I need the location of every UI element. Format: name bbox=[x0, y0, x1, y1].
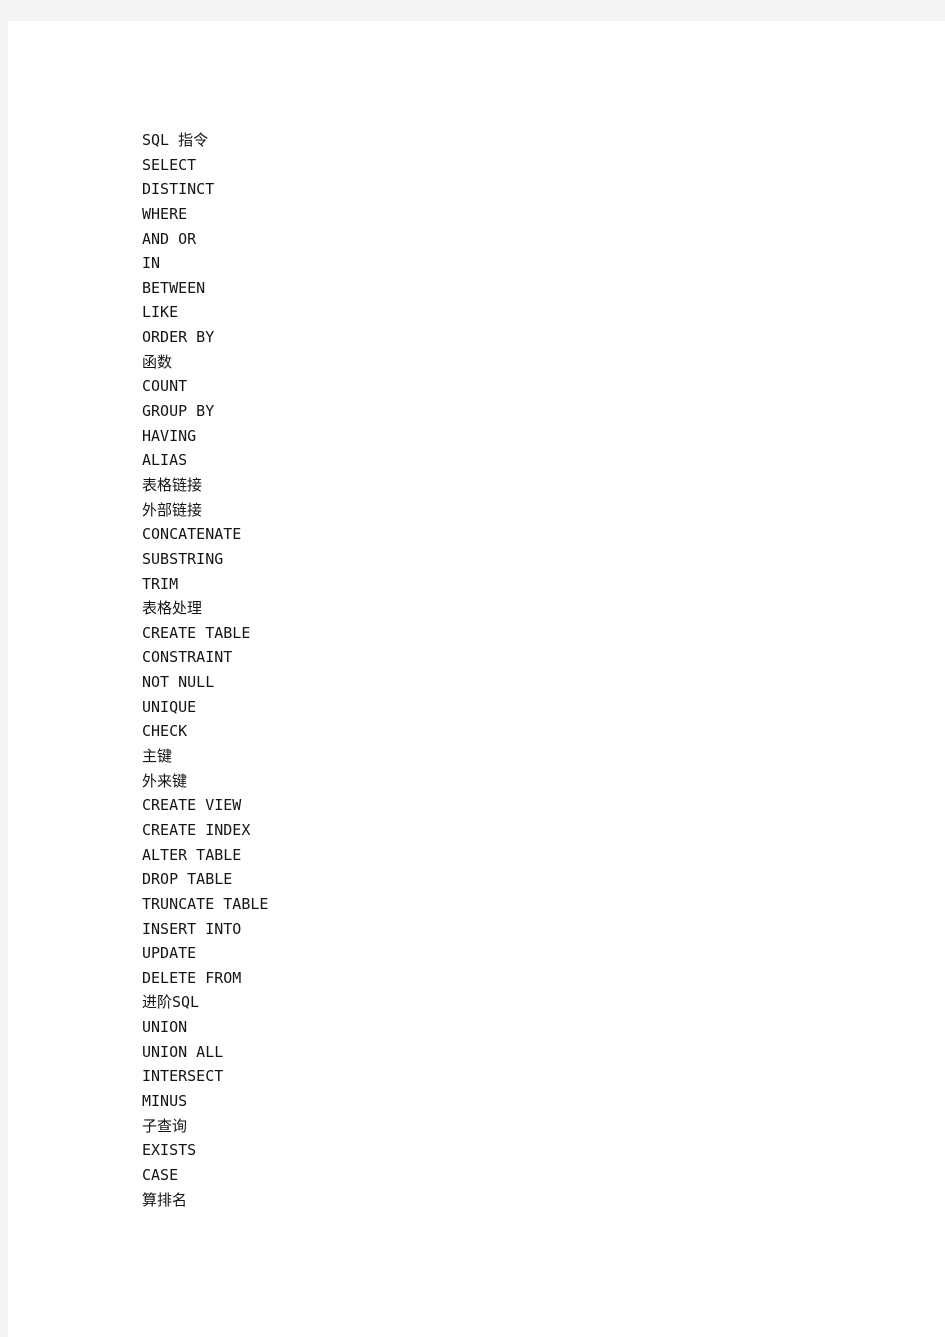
list-item-label: INTERSECT bbox=[142, 1067, 224, 1086]
list-item-label: WHERE bbox=[142, 204, 188, 223]
list-item-label: ALTER TABLE bbox=[142, 845, 242, 864]
list-item[interactable]: DELETE FROM bbox=[142, 966, 842, 991]
list-item[interactable]: ALIAS bbox=[142, 448, 842, 473]
list-item[interactable]: 表格处理 bbox=[142, 596, 842, 621]
list-item[interactable]: 子查询 bbox=[142, 1114, 842, 1139]
list-item[interactable]: MINUS bbox=[142, 1089, 842, 1114]
list-item[interactable]: UNIQUE bbox=[142, 695, 842, 720]
list-item-label: BETWEEN bbox=[142, 278, 206, 297]
list-item[interactable]: ALTER TABLE bbox=[142, 843, 842, 868]
list-item[interactable]: INSERT INTO bbox=[142, 917, 842, 942]
list-item-label: LIKE bbox=[142, 303, 179, 322]
list-item[interactable]: CHECK bbox=[142, 719, 842, 744]
list-item[interactable]: SELECT bbox=[142, 153, 842, 178]
list-item[interactable]: 外部链接 bbox=[142, 498, 842, 523]
list-item-label: AND OR bbox=[142, 229, 197, 248]
list-item-label: UNIQUE bbox=[142, 697, 197, 716]
list-item-label: MINUS bbox=[142, 1091, 188, 1110]
list-item[interactable]: AND OR bbox=[142, 227, 842, 252]
list-item[interactable]: DROP TABLE bbox=[142, 867, 842, 892]
list-item-label: COUNT bbox=[142, 377, 188, 396]
list-item[interactable]: TRUNCATE TABLE bbox=[142, 892, 842, 917]
list-item-label: SELECT bbox=[142, 155, 197, 174]
list-item[interactable]: IN bbox=[142, 251, 842, 276]
list-item[interactable]: CREATE INDEX bbox=[142, 818, 842, 843]
list-item[interactable]: HAVING bbox=[142, 424, 842, 449]
document-page: SQL 指令 SELECT DISTINCT WHERE AND OR IN BETWEEN… bbox=[8, 21, 945, 1337]
list-item[interactable]: 外来键 bbox=[142, 769, 842, 794]
list-item[interactable]: UNION ALL bbox=[142, 1040, 842, 1065]
list-item-label: CONSTRAINT bbox=[142, 648, 233, 667]
list-item-label: HAVING bbox=[142, 426, 197, 445]
list-item[interactable]: 进阶SQL bbox=[142, 990, 842, 1015]
sql-topic-list: SQL 指令 SELECT DISTINCT WHERE AND OR IN BETWEEN… bbox=[142, 128, 842, 1212]
list-item[interactable]: SUBSTRING bbox=[142, 547, 842, 572]
list-item[interactable]: 主键 bbox=[142, 744, 842, 769]
list-item[interactable]: UPDATE bbox=[142, 941, 842, 966]
list-item[interactable]: COUNT bbox=[142, 374, 842, 399]
list-item-label: CONCATENATE bbox=[142, 525, 242, 544]
list-item-label: 表格链接 bbox=[142, 475, 203, 494]
list-item-label: ORDER BY bbox=[142, 328, 215, 347]
list-item-label: 外来键 bbox=[142, 771, 188, 790]
list-item[interactable]: 表格链接 bbox=[142, 473, 842, 498]
list-item[interactable]: 函数 bbox=[142, 350, 842, 375]
list-item-label: INSERT INTO bbox=[142, 919, 242, 938]
list-item[interactable]: CONSTRAINT bbox=[142, 645, 842, 670]
list-item[interactable]: DISTINCT bbox=[142, 177, 842, 202]
list-item-label: 主键 bbox=[142, 747, 173, 766]
list-item-label: ALIAS bbox=[142, 451, 188, 470]
list-item[interactable]: BETWEEN bbox=[142, 276, 842, 301]
list-item[interactable]: ORDER BY bbox=[142, 325, 842, 350]
list-item-label: SUBSTRING bbox=[142, 549, 224, 568]
list-item[interactable]: GROUP BY bbox=[142, 399, 842, 424]
list-item-label: 函数 bbox=[142, 352, 173, 371]
list-item[interactable]: EXISTS bbox=[142, 1138, 842, 1163]
list-item-label: IN bbox=[142, 254, 161, 273]
list-item[interactable]: TRIM bbox=[142, 572, 842, 597]
list-item-label: 外部链接 bbox=[142, 500, 203, 519]
list-item-label: UNION bbox=[142, 1018, 188, 1037]
list-item[interactable]: INTERSECT bbox=[142, 1064, 842, 1089]
list-item-label: DELETE FROM bbox=[142, 968, 242, 987]
list-item-label: 表格处理 bbox=[142, 599, 203, 618]
list-item-label: CASE bbox=[142, 1165, 179, 1184]
list-item-label: CREATE INDEX bbox=[142, 820, 251, 839]
list-item-label: GROUP BY bbox=[142, 402, 215, 421]
list-item-label: SQL 指令 bbox=[142, 131, 209, 149]
list-item[interactable]: WHERE bbox=[142, 202, 842, 227]
list-item-label: DROP TABLE bbox=[142, 870, 233, 889]
list-item[interactable]: UNION bbox=[142, 1015, 842, 1040]
list-item-label: EXISTS bbox=[142, 1141, 197, 1160]
list-item-label: DISTINCT bbox=[142, 180, 215, 199]
list-item[interactable]: LIKE bbox=[142, 300, 842, 325]
list-item[interactable]: CASE bbox=[142, 1163, 842, 1188]
list-item-label: 子查询 bbox=[142, 1116, 188, 1135]
list-item[interactable]: CREATE VIEW bbox=[142, 793, 842, 818]
list-item-label: NOT NULL bbox=[142, 673, 215, 692]
list-item-label: CREATE VIEW bbox=[142, 796, 242, 815]
list-item-label: UPDATE bbox=[142, 944, 197, 963]
list-item-label: CHECK bbox=[142, 722, 188, 741]
list-item-label: UNION ALL bbox=[142, 1042, 224, 1061]
list-item[interactable]: CREATE TABLE bbox=[142, 621, 842, 646]
list-item-label: TRIM bbox=[142, 574, 179, 593]
list-item[interactable]: NOT NULL bbox=[142, 670, 842, 695]
list-item-label: 进阶SQL bbox=[142, 993, 200, 1012]
list-item[interactable]: CONCATENATE bbox=[142, 522, 842, 547]
list-item[interactable]: 算排名 bbox=[142, 1188, 842, 1213]
list-item-label: CREATE TABLE bbox=[142, 623, 251, 642]
list-item[interactable]: SQL 指令 bbox=[142, 128, 842, 153]
list-item-label: 算排名 bbox=[142, 1190, 188, 1209]
list-item-label: TRUNCATE TABLE bbox=[142, 894, 269, 913]
